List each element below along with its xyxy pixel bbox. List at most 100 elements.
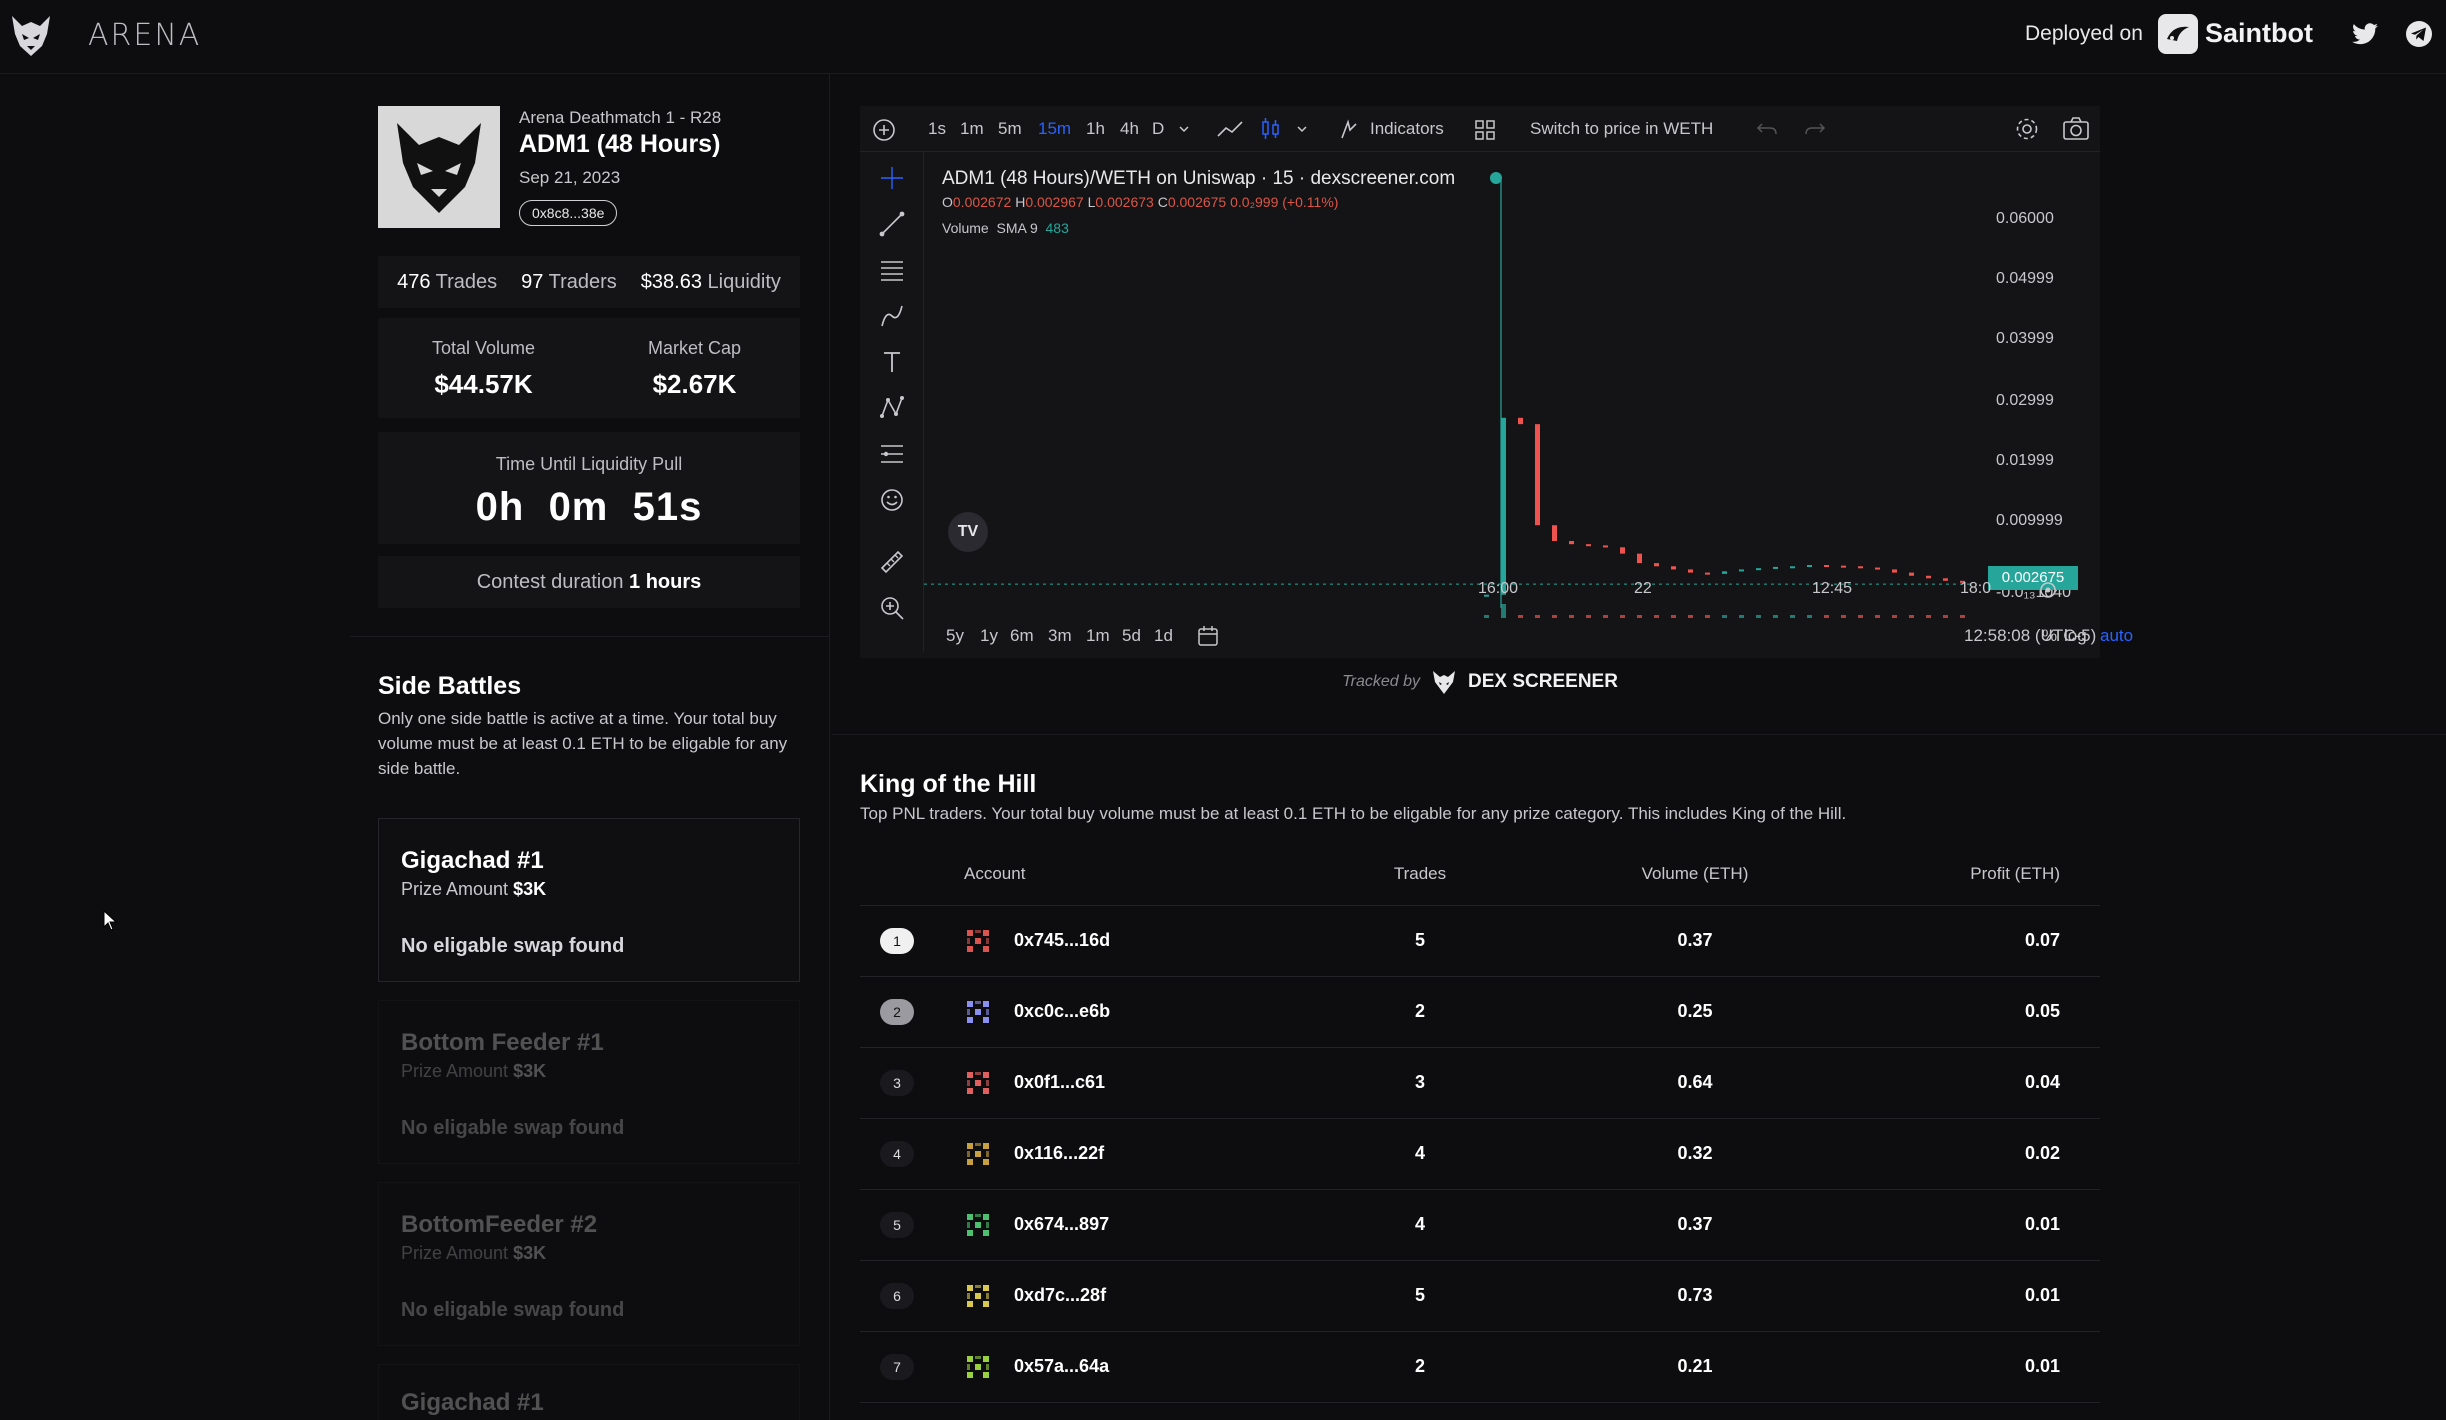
candle xyxy=(1654,563,1659,567)
account-address[interactable]: 0x745...16d xyxy=(1014,930,1110,951)
rank-badge: 3 xyxy=(880,1070,914,1096)
interval-d[interactable]: D xyxy=(1152,119,1164,139)
account-identicon-icon xyxy=(967,1214,989,1236)
leaderboard-row[interactable]: 1 0x745...16d 5 0.37 0.07 xyxy=(860,906,2100,977)
candle xyxy=(1807,565,1812,568)
brand-name[interactable]: ARENA xyxy=(88,18,201,53)
candle xyxy=(1790,566,1795,569)
account-address[interactable]: 0x0f1...c61 xyxy=(1014,1072,1105,1093)
saintbot-link[interactable]: Saintbot xyxy=(2205,18,2313,49)
profit-eth: 0.02 xyxy=(2024,1143,2060,1163)
dexscreener-link[interactable]: DEX SCREENER xyxy=(1468,671,1618,693)
dexscreener-logo-icon[interactable] xyxy=(1430,668,1458,696)
brush-icon[interactable] xyxy=(878,302,906,330)
candle xyxy=(1841,565,1846,568)
volume-eth: 0.37 xyxy=(1677,1214,1713,1234)
candle xyxy=(1518,417,1523,425)
arena-logo-icon[interactable] xyxy=(10,12,52,58)
account-address[interactable]: 0xd7c...28f xyxy=(1014,1285,1106,1306)
leaderboard-row[interactable]: 6 0xd7c...28f 5 0.73 0.01 xyxy=(860,1261,2100,1332)
leaderboard-row[interactable]: 7 0x57a...64a 2 0.21 0.01 xyxy=(860,1332,2100,1403)
saintbot-logo-icon[interactable] xyxy=(2158,14,2198,54)
interval-1s[interactable]: 1s xyxy=(928,119,946,139)
rank-badge: 6 xyxy=(880,1283,914,1309)
side-battles-description: Only one side battle is active at a time… xyxy=(378,709,788,778)
account-address[interactable]: 0x116...22f xyxy=(1014,1143,1104,1164)
twitter-icon[interactable] xyxy=(2352,22,2378,46)
trades-stat: 476 Trades xyxy=(397,270,498,293)
interval-5m[interactable]: 5m xyxy=(998,119,1022,139)
candle xyxy=(1586,544,1591,547)
candle xyxy=(1620,547,1625,554)
chevron-down-icon[interactable] xyxy=(1296,124,1308,134)
candle xyxy=(1875,567,1880,570)
layout-grid-icon[interactable] xyxy=(1474,119,1496,141)
contest-date: Sep 21, 2023 xyxy=(519,168,621,187)
range-5d[interactable]: 5d xyxy=(1122,626,1141,646)
interval-15m[interactable]: 15m xyxy=(1038,119,1071,139)
account-address[interactable]: 0x674...897 xyxy=(1014,1214,1109,1235)
candle xyxy=(1705,572,1710,575)
price-tick: 0.06000 xyxy=(1996,210,2054,227)
log-scale-toggle[interactable]: log xyxy=(2064,626,2087,646)
rank-badge: 1 xyxy=(880,928,914,954)
interval-1h[interactable]: 1h xyxy=(1086,119,1105,139)
emoji-icon[interactable] xyxy=(878,486,906,514)
time-tick: 12:45 xyxy=(1812,580,1853,597)
account-address[interactable]: 0x57a...64a xyxy=(1014,1356,1109,1377)
switch-price-button[interactable]: Switch to price in WETH xyxy=(1530,119,1713,139)
line-chart-icon[interactable] xyxy=(1216,118,1244,140)
settings-gear-icon[interactable] xyxy=(2014,116,2040,142)
zoom-in-icon[interactable] xyxy=(878,594,906,622)
candle xyxy=(1688,569,1693,573)
contract-address-badge[interactable]: 0x8c8...38e xyxy=(519,200,618,226)
range-1y[interactable]: 1y xyxy=(980,626,998,646)
side-battle-card: Gigachad #1 xyxy=(378,1364,800,1420)
account-address[interactable]: 0xc0c...e6b xyxy=(1014,1001,1110,1022)
percent-scale-toggle[interactable]: % xyxy=(2042,626,2057,646)
liquidity-pull-timer: Time Until Liquidity Pull 0h 0m 51s xyxy=(378,432,800,544)
leaderboard-row[interactable]: 3 0x0f1...c61 3 0.64 0.04 xyxy=(860,1048,2100,1119)
candle xyxy=(1552,525,1557,542)
trade-count: 5 xyxy=(1414,1285,1425,1305)
leaderboard-row[interactable]: 4 0x116...22f 4 0.32 0.02 xyxy=(860,1119,2100,1190)
crosshair-icon[interactable] xyxy=(878,164,906,192)
indicators-icon[interactable] xyxy=(1338,118,1360,142)
forecast-icon[interactable] xyxy=(878,440,906,468)
text-tool-icon[interactable] xyxy=(878,348,906,376)
telegram-icon[interactable] xyxy=(2405,20,2433,48)
tradingview-logo-icon[interactable]: TV xyxy=(948,512,988,552)
time-settings-icon[interactable] xyxy=(2038,580,2058,600)
undo-icon[interactable] xyxy=(1756,120,1778,138)
range-5y[interactable]: 5y xyxy=(946,626,964,646)
interval-1m[interactable]: 1m xyxy=(960,119,984,139)
candle xyxy=(1603,545,1608,548)
trade-count: 5 xyxy=(1414,930,1425,950)
side-battles-title: Side Battles xyxy=(378,672,522,700)
add-symbol-icon[interactable] xyxy=(872,118,896,142)
chart-toolbar: 1s 1m 5m 15m 1h 4h D Indicators Switch t… xyxy=(860,106,2100,152)
redo-icon[interactable] xyxy=(1804,120,1826,138)
profit-eth: 0.01 xyxy=(2024,1214,2060,1234)
range-1d[interactable]: 1d xyxy=(1154,626,1173,646)
trend-line-icon[interactable] xyxy=(878,210,906,238)
indicators-button[interactable]: Indicators xyxy=(1370,119,1444,139)
camera-icon[interactable] xyxy=(2062,116,2090,142)
auto-scale-toggle[interactable]: auto xyxy=(2100,626,2133,646)
range-3m[interactable]: 3m xyxy=(1048,626,1072,646)
interval-4h[interactable]: 4h xyxy=(1120,119,1139,139)
date-range-icon[interactable] xyxy=(1196,624,1220,648)
leaderboard-row[interactable]: 2 0xc0c...e6b 2 0.25 0.05 xyxy=(860,977,2100,1048)
leaderboard-row[interactable]: 5 0x674...897 4 0.37 0.01 xyxy=(860,1190,2100,1261)
range-6m[interactable]: 6m xyxy=(1010,626,1034,646)
fib-lines-icon[interactable] xyxy=(878,256,906,284)
profit-eth: 0.07 xyxy=(2024,930,2060,950)
live-status-dot xyxy=(1490,172,1502,184)
pattern-icon[interactable] xyxy=(878,394,906,422)
candles-icon[interactable] xyxy=(1260,116,1282,142)
divider xyxy=(832,734,2446,735)
ruler-icon[interactable] xyxy=(878,548,906,576)
range-1m[interactable]: 1m xyxy=(1086,626,1110,646)
chevron-down-icon[interactable] xyxy=(1178,124,1190,134)
total-volume: Total Volume $44.57K xyxy=(431,338,536,399)
